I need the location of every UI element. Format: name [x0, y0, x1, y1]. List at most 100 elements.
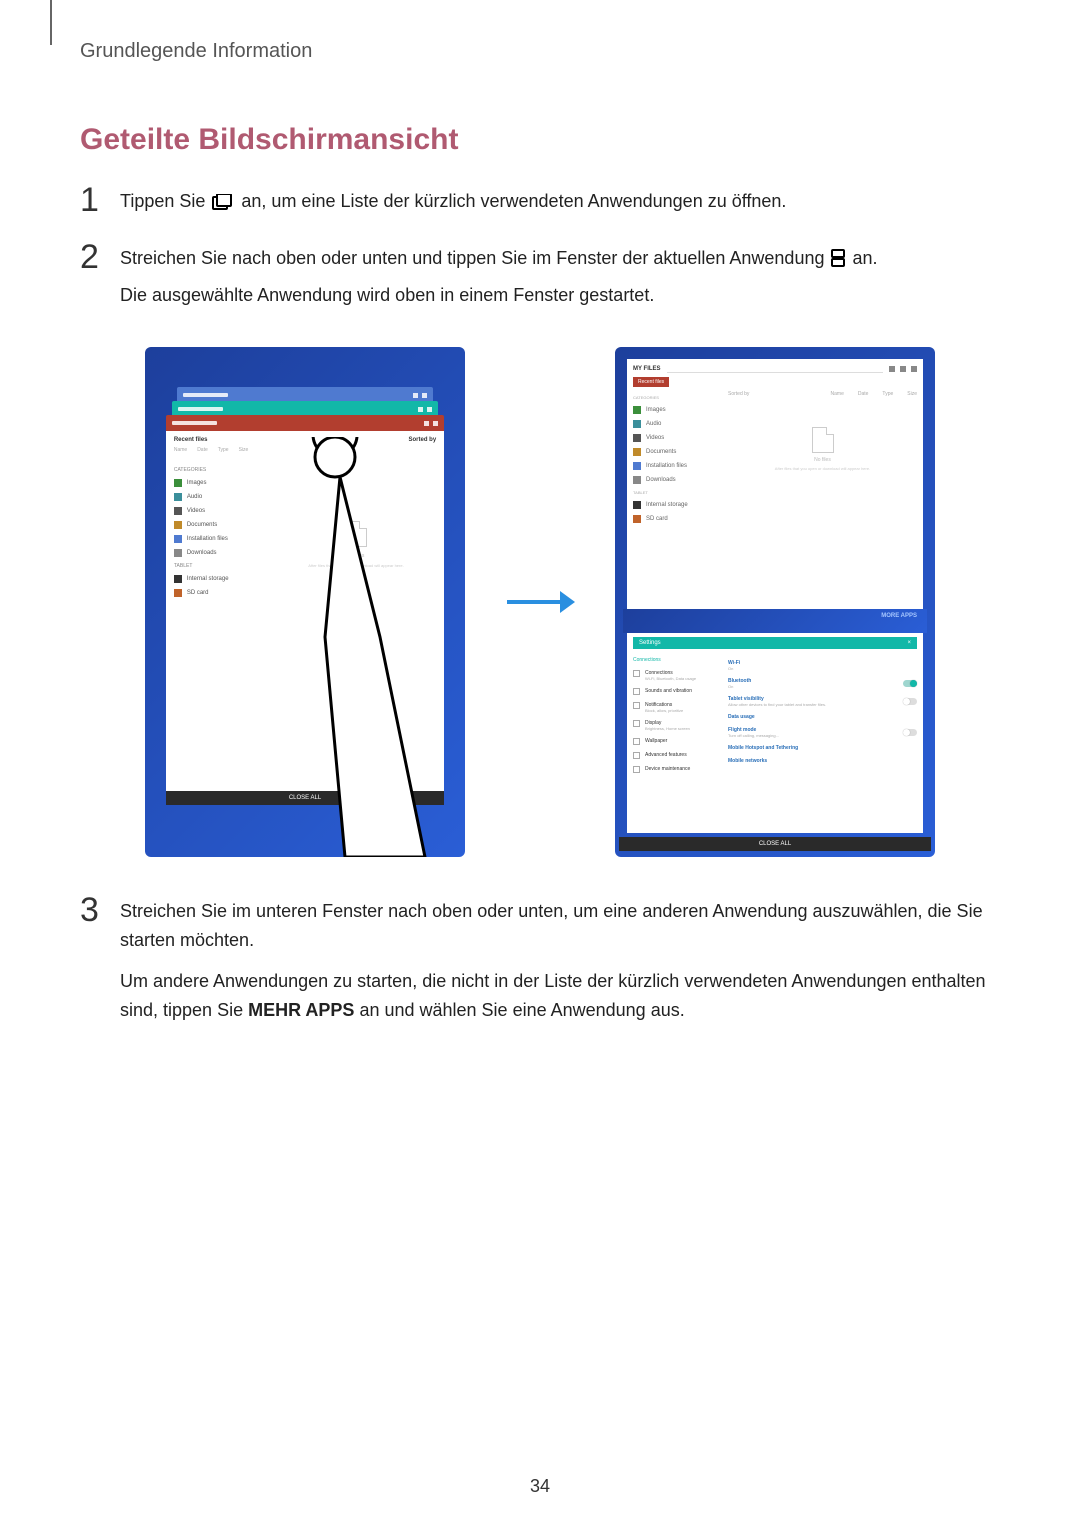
step-3: 3 Streichen Sie im unteren Fenster nach … [80, 897, 1000, 1032]
item-label: Installation files [646, 463, 687, 469]
menu-icon [633, 702, 640, 709]
step-number: 1 [80, 183, 120, 217]
toggle-icon [903, 680, 917, 687]
splitview-icon [831, 249, 845, 267]
detail-sub: On [728, 666, 917, 671]
section-title: Geteilte Bildschirmansicht [80, 123, 1000, 157]
menu-title: Advanced features [645, 752, 687, 758]
text: Streichen Sie nach oben oder unten und t… [120, 248, 829, 268]
item-label: Downloads [187, 550, 217, 556]
sort-label: Sorted by [728, 391, 749, 397]
manual-page: Grundlegende Information Geteilte Bildsc… [0, 0, 1080, 1527]
close-icon: × [907, 640, 911, 646]
files-main: Sorted by Name Date Type Size No files A… [728, 391, 917, 529]
menu-icon [633, 720, 640, 727]
files-sidebar: CATEGORIES Images Audio Videos Documents… [174, 461, 264, 603]
toggle-icon [903, 698, 917, 705]
tab-label: Settings [639, 640, 661, 646]
item-label: Internal storage [646, 502, 688, 508]
video-icon [633, 434, 641, 442]
toggle-icon [903, 729, 917, 736]
cat-label: CATEGORIES [174, 467, 264, 473]
empty-label: No files [728, 457, 917, 463]
menu-icon [633, 688, 640, 695]
tablet-right: MY FILES Recent files CATEGORIES Images … [615, 347, 935, 857]
figure-row: Recent files Sorted by Name Date Type Si… [80, 347, 1000, 857]
col: Type [218, 447, 229, 453]
menu-title: Sounds and vibration [645, 688, 692, 694]
empty-file-icon [345, 521, 367, 547]
sdcard-icon [633, 515, 641, 523]
text: an. [853, 248, 878, 268]
cat-label: TABLET [174, 563, 264, 569]
item-label: Documents [187, 522, 217, 528]
close-all-button: CLOSE ALL [619, 837, 931, 851]
app-myfiles: Recent files Sorted by Name Date Type Si… [166, 431, 444, 791]
item-label: Audio [187, 494, 202, 500]
storage-icon [633, 501, 641, 509]
menu-title: Device maintenance [645, 766, 690, 772]
detail-title: Mobile networks [728, 758, 917, 764]
detail-title: Mobile Hotspot and Tethering [728, 745, 917, 751]
item-label: SD card [646, 516, 668, 522]
sdcard-icon [174, 589, 182, 597]
settings-tab: Settings × [633, 637, 917, 649]
storage-icon [174, 575, 182, 583]
detail-title: Data usage [728, 714, 917, 720]
cat-label: CATEGORIES [633, 395, 728, 400]
video-icon [174, 507, 182, 515]
step-2: 2 Streichen Sie nach oben oder unten und… [80, 244, 1000, 318]
apk-icon [174, 535, 182, 543]
text-bold: MEHR APPS [248, 1000, 354, 1020]
empty-label: No files [276, 553, 436, 559]
download-icon [174, 549, 182, 557]
step-1: 1 Tippen Sie an, um eine Liste der kürzl… [80, 187, 1000, 224]
item-label: Images [646, 407, 666, 413]
settings-detail: Wi-FiOn BluetoothOn Tablet visibilityAll… [728, 653, 917, 780]
col: Name [831, 391, 844, 397]
cat-label: TABLET [633, 490, 728, 495]
step-number: 2 [80, 240, 120, 274]
tablet-left: Recent files Sorted by Name Date Type Si… [145, 347, 465, 857]
detail-sub: Allow other devices to find your tablet … [728, 702, 826, 707]
menu-header: Connections [633, 657, 728, 663]
doc-icon [174, 521, 182, 529]
menu-title: Wallpaper [645, 738, 667, 744]
col: Date [197, 447, 208, 453]
statusbar [153, 355, 457, 369]
image-icon [633, 406, 641, 414]
settings-menu: Connections ConnectionsWi-Fi, Bluetooth,… [633, 653, 728, 780]
col: Name [174, 447, 187, 453]
item-label: Videos [646, 435, 664, 441]
arrow-right-icon [505, 587, 575, 617]
files-title: Recent files [174, 437, 208, 443]
detail-sub: On [728, 684, 751, 689]
col: Date [858, 391, 869, 397]
col: Size [907, 391, 917, 397]
step-text: Streichen Sie nach oben oder unten und t… [120, 244, 1000, 318]
item-label: Images [187, 480, 207, 486]
chapter-header: Grundlegende Information [80, 40, 1000, 63]
doc-icon [633, 448, 641, 456]
item-label: Videos [187, 508, 205, 514]
split-bottom-app: Settings × Connections ConnectionsWi-Fi,… [627, 633, 923, 833]
files-sidebar: CATEGORIES Images Audio Videos Documents… [633, 391, 728, 529]
step-text: Streichen Sie im unteren Fenster nach ob… [120, 897, 1000, 1032]
col: Type [882, 391, 893, 397]
text: an und wählen Sie eine Anwendung aus. [354, 1000, 684, 1020]
col: Size [239, 447, 249, 453]
close-all-button: CLOSE ALL [166, 791, 444, 805]
split-top-app: MY FILES Recent files CATEGORIES Images … [627, 359, 923, 609]
page-number: 34 [0, 1476, 1080, 1497]
app-tab [166, 415, 444, 431]
files-sort: Sorted by [408, 437, 436, 443]
image-icon [174, 479, 182, 487]
step-number: 3 [80, 893, 120, 927]
recents-stack: Recent files Sorted by Name Date Type Si… [153, 387, 457, 805]
step-text: Tippen Sie an, um eine Liste der kürzlic… [120, 187, 1000, 224]
more-apps-button: MORE APPS [881, 613, 917, 619]
text: an, um eine Liste der kürzlich verwendet… [241, 191, 786, 211]
empty-file-icon [812, 427, 834, 453]
search-bar [667, 365, 883, 373]
audio-icon [174, 493, 182, 501]
